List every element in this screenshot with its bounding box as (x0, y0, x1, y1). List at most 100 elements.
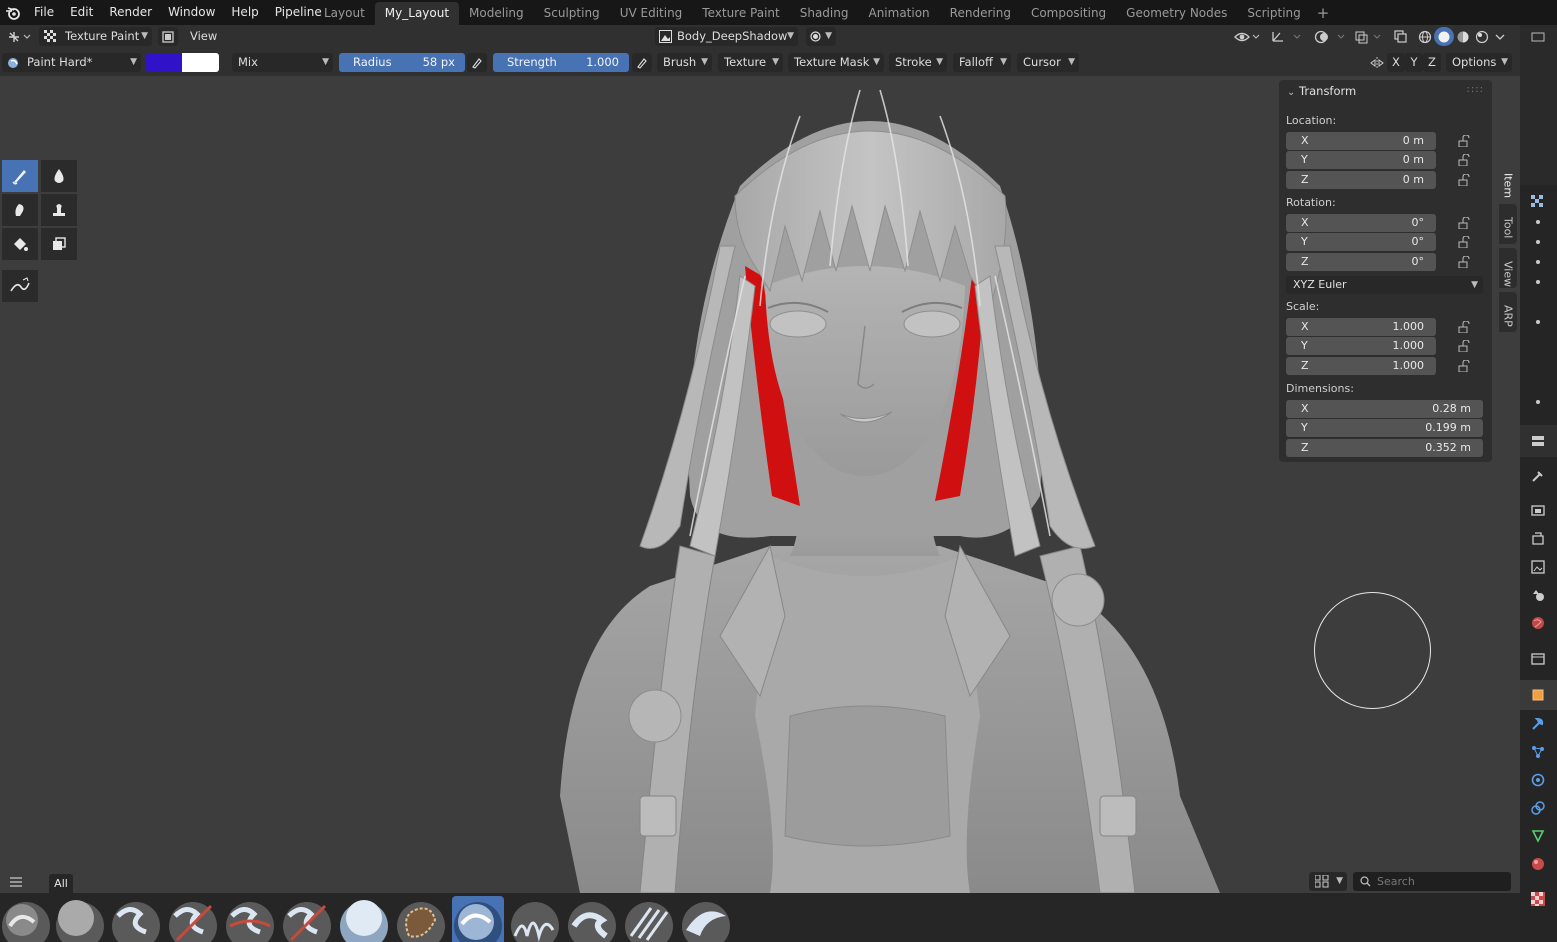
rotation-z-field[interactable]: Z 0° (1286, 253, 1436, 271)
mirror-y-toggle[interactable]: Y (1405, 53, 1423, 72)
scale-y-field[interactable]: Y 1.000 (1286, 337, 1436, 355)
render-properties-icon[interactable] (1529, 501, 1547, 519)
dimensions-z-field[interactable]: Z 0.352 m (1286, 439, 1483, 457)
annotate-tool-button[interactable] (2, 270, 38, 302)
texture-properties-icon[interactable] (1529, 890, 1547, 908)
tab-rendering[interactable]: Rendering (940, 2, 1021, 25)
brush-thumbnail[interactable] (338, 896, 390, 942)
shading-options-chevron-icon[interactable] (1492, 27, 1508, 46)
brush-menu[interactable]: Brush ▼ (657, 53, 712, 72)
fill-tool-button[interactable] (2, 228, 38, 260)
rotation-x-field[interactable]: X 0° (1286, 214, 1436, 232)
brush-thumbnail[interactable] (509, 896, 561, 942)
tab-uv-editing[interactable]: UV Editing (610, 2, 693, 25)
lock-icon[interactable] (1457, 339, 1471, 353)
texture-mask-menu[interactable]: Texture Mask ▼ (788, 53, 884, 72)
radius-pressure-icon[interactable] (467, 53, 487, 72)
tab-modeling[interactable]: Modeling (459, 2, 534, 25)
blender-logo-icon[interactable] (0, 0, 26, 25)
brush-thumbnail[interactable] (680, 896, 732, 942)
transform-panel-title[interactable]: ⌄ Transform (1287, 84, 1356, 98)
tab-item[interactable]: Item (1499, 160, 1517, 200)
clone-tool-button[interactable] (41, 194, 77, 226)
collection-properties-icon[interactable] (1529, 650, 1547, 668)
brush-thumbnail[interactable] (167, 896, 219, 942)
object-properties-icon[interactable] (1529, 686, 1547, 704)
rendered-shading-icon[interactable] (1472, 27, 1492, 46)
scale-x-field[interactable]: X 1.000 (1286, 318, 1436, 336)
tab-view[interactable]: View (1499, 248, 1517, 288)
brush-thumbnail[interactable] (110, 896, 162, 942)
tab-arp[interactable]: ARP (1499, 292, 1517, 332)
lock-icon[interactable] (1457, 320, 1471, 334)
character-model[interactable] (540, 76, 1240, 893)
tab-scripting[interactable]: Scripting (1237, 2, 1310, 25)
solid-shading-icon[interactable] (1434, 27, 1454, 46)
scale-z-field[interactable]: Z 1.000 (1286, 357, 1436, 375)
3d-viewport[interactable]: ⌄ Transform :::: Location: X0 m Y0 m Z0 … (0, 76, 1520, 893)
tab-texture-paint[interactable]: Texture Paint (692, 2, 789, 25)
lock-icon[interactable] (1457, 134, 1471, 148)
mirror-z-toggle[interactable]: Z (1423, 53, 1441, 72)
scene-properties-icon[interactable] (1529, 586, 1547, 604)
menu-file[interactable]: File (26, 0, 62, 25)
texture-checker-icon[interactable] (1529, 193, 1547, 211)
editor-type-properties-icon[interactable] (1529, 432, 1547, 450)
brush-thumbnail[interactable] (566, 896, 618, 942)
lock-icon[interactable] (1457, 235, 1471, 249)
strength-slider[interactable]: Strength 1.000 (493, 53, 629, 72)
lock-icon[interactable] (1457, 173, 1471, 187)
gizmo-icon[interactable] (1268, 27, 1304, 46)
tab-sculpting[interactable]: Sculpting (534, 2, 610, 25)
data-properties-icon[interactable] (1529, 827, 1547, 845)
modifier-properties-icon[interactable] (1529, 715, 1547, 733)
visibility-icon[interactable] (1232, 27, 1262, 46)
wireframe-shading-icon[interactable] (1415, 27, 1435, 46)
display-settings-dropdown[interactable]: ▼ (1309, 872, 1347, 891)
brush-thumbnail[interactable] (623, 896, 675, 942)
tab-shading[interactable]: Shading (790, 2, 859, 25)
mirror-x-toggle[interactable]: X (1387, 53, 1405, 72)
world-properties-icon[interactable] (1529, 614, 1547, 632)
collection-toggle-icon[interactable] (1529, 28, 1547, 46)
falloff-menu[interactable]: Falloff ▼ (953, 53, 1011, 72)
tool-properties-icon[interactable] (1529, 467, 1547, 485)
material-shading-icon[interactable] (1453, 27, 1473, 46)
dimensions-x-field[interactable]: X 0.28 m (1286, 400, 1483, 418)
rotation-y-field[interactable]: Y 0° (1286, 233, 1436, 251)
toggle-xray-icon[interactable] (1390, 27, 1410, 46)
lock-icon[interactable] (1457, 153, 1471, 167)
brush-thumbnail[interactable] (54, 896, 106, 942)
tab-my-layout[interactable]: My_Layout (374, 2, 460, 25)
menu-edit[interactable]: Edit (62, 0, 101, 25)
draw-tool-button[interactable] (2, 160, 38, 192)
drag-handle-icon[interactable]: :::: (1467, 84, 1484, 95)
view-layer-properties-icon[interactable] (1529, 558, 1547, 576)
brush-thumbnail[interactable] (395, 896, 447, 942)
add-workspace-button[interactable]: + (1311, 2, 1336, 25)
location-z-field[interactable]: Z 0 m (1286, 171, 1436, 189)
blend-mode-dropdown[interactable]: Mix ▼ (232, 53, 333, 72)
location-y-field[interactable]: Y 0 m (1286, 151, 1436, 169)
texture-menu[interactable]: Texture ▼ (718, 53, 783, 72)
asset-search-input[interactable]: Search (1353, 872, 1511, 891)
rotation-mode-dropdown[interactable]: XYZ Euler ▼ (1286, 276, 1483, 294)
location-x-field[interactable]: X 0 m (1286, 132, 1436, 150)
soften-tool-button[interactable] (41, 160, 77, 192)
hamburger-menu-icon[interactable] (6, 872, 26, 891)
brush-thumbnail[interactable] (281, 896, 333, 942)
brush-thumbnail[interactable] (0, 896, 52, 942)
options-menu[interactable]: Options ▼ (1446, 53, 1512, 72)
brush-thumbnail[interactable] (224, 896, 276, 942)
tab-layout[interactable]: Layout (314, 2, 375, 25)
material-properties-icon[interactable] (1529, 855, 1547, 873)
view-menu[interactable]: View (190, 27, 217, 46)
menu-window[interactable]: Window (160, 0, 223, 25)
brush-thumbnail-selected[interactable] (452, 896, 504, 942)
tab-geometry-nodes[interactable]: Geometry Nodes (1116, 2, 1237, 25)
secondary-color-swatch[interactable] (182, 53, 219, 72)
lock-icon[interactable] (1457, 255, 1471, 269)
lock-icon[interactable] (1457, 359, 1471, 373)
constraints-properties-icon[interactable] (1529, 799, 1547, 817)
cursor-menu[interactable]: Cursor ▼ (1017, 53, 1079, 72)
